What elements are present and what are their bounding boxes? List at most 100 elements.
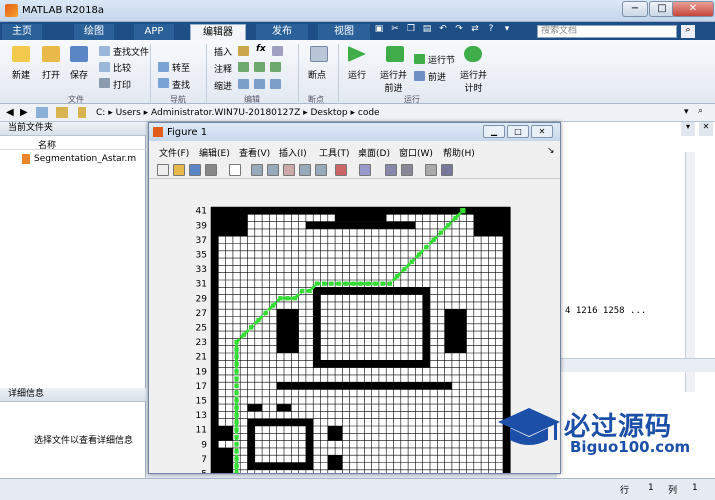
save-icon[interactable] [189, 164, 201, 176]
menu-view[interactable]: 查看(V) [239, 146, 270, 159]
qa-dropdown-icon[interactable]: ▾ [500, 24, 514, 37]
breadcrumb-desktop[interactable]: Desktop [311, 108, 348, 118]
qa-paste-icon[interactable]: ▤ [420, 24, 434, 37]
figure-close-button[interactable]: ✕ [531, 125, 553, 138]
figure-minimize-button[interactable]: ▁ [483, 125, 505, 138]
search-icon[interactable]: ⌕ [681, 25, 695, 38]
advance-button[interactable]: 前进 [428, 70, 446, 83]
col-label: 列 [668, 486, 678, 496]
qa-redo-icon[interactable]: ↷ [452, 24, 466, 37]
run-and-time-button[interactable]: 运行并 计时 [460, 68, 487, 94]
new-figure-icon[interactable] [157, 164, 169, 176]
run-and-time-icon[interactable] [464, 46, 482, 62]
link-icon[interactable] [359, 164, 371, 176]
zoom-out-icon[interactable] [267, 164, 279, 176]
data-cursor-icon[interactable] [315, 164, 327, 176]
comment-button[interactable]: 注释 [214, 62, 232, 75]
menu-window[interactable]: 窗口(W) [399, 146, 433, 159]
fx-icon[interactable]: fx [256, 44, 266, 54]
path-cell [241, 332, 246, 337]
tab-publish[interactable]: 发布 [256, 24, 308, 40]
breakpoints-icon[interactable] [310, 46, 328, 62]
new-icon[interactable] [12, 46, 30, 62]
tab-home[interactable]: 主页 [2, 24, 42, 40]
search-documentation-input[interactable]: 搜索文档 [537, 25, 677, 38]
minimize-button[interactable]: − [622, 1, 648, 17]
menu-tools[interactable]: 工具(T) [319, 146, 350, 159]
name-column-header[interactable]: 名称 [38, 138, 56, 151]
tab-view[interactable]: 视图 [318, 24, 370, 40]
save-icon[interactable] [70, 46, 88, 62]
legend-icon[interactable] [401, 164, 413, 176]
qa-switch-icon[interactable]: ⇄ [468, 24, 482, 37]
tab-editor[interactable]: 编辑器 [190, 24, 246, 40]
qa-save-icon[interactable]: ▣ [372, 24, 386, 37]
back-icon[interactable]: ◀ [6, 107, 14, 118]
search-path-icon[interactable]: ⌕ [698, 106, 703, 116]
qa-undo-icon[interactable]: ↶ [436, 24, 450, 37]
breakpoints-button[interactable]: 断点 [308, 68, 326, 81]
indent-button[interactable]: 缩进 [214, 79, 232, 92]
goto-button[interactable]: 转至 [172, 61, 190, 74]
insert-section-icon[interactable] [238, 46, 249, 56]
menu-help[interactable]: 帮助(H) [443, 146, 475, 159]
tab-plots[interactable]: 绘图 [74, 24, 114, 40]
find-files-icon [99, 46, 110, 56]
path-dropdown-icon[interactable]: ▾ [684, 107, 689, 117]
tab-apps[interactable]: APP [134, 24, 174, 40]
qa-copy-icon[interactable]: ❐ [404, 24, 418, 37]
dock-icon[interactable] [441, 164, 453, 176]
brush-icon[interactable] [335, 164, 347, 176]
breadcrumb-users[interactable]: Users [116, 108, 141, 118]
indent-right-icon[interactable] [254, 79, 265, 89]
uncomment-icon[interactable] [254, 62, 265, 72]
menu-dock-icon[interactable]: ↘ [547, 146, 555, 156]
rotate-icon[interactable] [299, 164, 311, 176]
find-files-button[interactable]: 查找文件 [113, 45, 149, 58]
browse-folder-icon[interactable] [56, 107, 68, 118]
open-button[interactable]: 打开 [42, 68, 60, 81]
pan-icon[interactable] [283, 164, 295, 176]
pointer-icon[interactable] [229, 164, 241, 176]
menu-desktop[interactable]: 桌面(D) [358, 146, 390, 159]
insert-button[interactable]: 插入 [214, 45, 232, 58]
open-icon[interactable] [42, 46, 60, 62]
menu-file[interactable]: 文件(F) [159, 146, 189, 159]
forward-icon[interactable]: ▶ [20, 107, 28, 118]
hide-icon[interactable] [425, 164, 437, 176]
menu-edit[interactable]: 编辑(E) [199, 146, 230, 159]
breadcrumb-code[interactable]: code [358, 108, 380, 118]
up-folder-icon[interactable] [36, 107, 48, 118]
print-button[interactable]: 打印 [113, 78, 131, 91]
menu-insert[interactable]: 插入(I) [279, 146, 307, 159]
qa-cut-icon[interactable]: ✂ [388, 24, 402, 37]
save-button[interactable]: 保存 [70, 68, 88, 81]
run-section-button[interactable]: 运行节 [428, 53, 455, 66]
run-button[interactable]: 运行 [348, 68, 366, 81]
colorbar-icon[interactable] [385, 164, 397, 176]
compare-button[interactable]: 比较 [113, 61, 131, 74]
open-icon[interactable] [173, 164, 185, 176]
list-item[interactable]: Segmentation_Astar.m [0, 152, 146, 166]
vertical-scrollbar[interactable] [685, 152, 695, 392]
print-icon[interactable] [205, 164, 217, 176]
new-button[interactable]: 新建 [12, 68, 30, 81]
find-button[interactable]: 查找 [172, 78, 190, 91]
insert-more-icon[interactable] [272, 46, 283, 56]
zoom-in-icon[interactable] [251, 164, 263, 176]
indent-left-icon[interactable] [270, 79, 281, 89]
qa-help-icon[interactable]: ? [484, 24, 498, 37]
y-tick-label: 7 [201, 455, 207, 465]
run-icon[interactable] [348, 46, 366, 62]
breadcrumb-user[interactable]: Administrator.WIN7U-20180127Z [151, 108, 300, 118]
wrap-comment-icon[interactable] [270, 62, 281, 72]
figure-maximize-button[interactable]: □ [507, 125, 529, 138]
panel-menu-icon[interactable]: ▾ [681, 122, 695, 136]
comment-icon[interactable] [238, 62, 249, 72]
run-advance-icon[interactable] [386, 46, 404, 62]
breadcrumb-drive[interactable]: C: [96, 108, 105, 118]
close-button[interactable]: ✕ [672, 1, 714, 17]
smart-indent-icon[interactable] [238, 79, 249, 89]
run-advance-button[interactable]: 运行并 前进 [380, 68, 407, 94]
panel-close-icon[interactable]: ✕ [699, 122, 713, 136]
